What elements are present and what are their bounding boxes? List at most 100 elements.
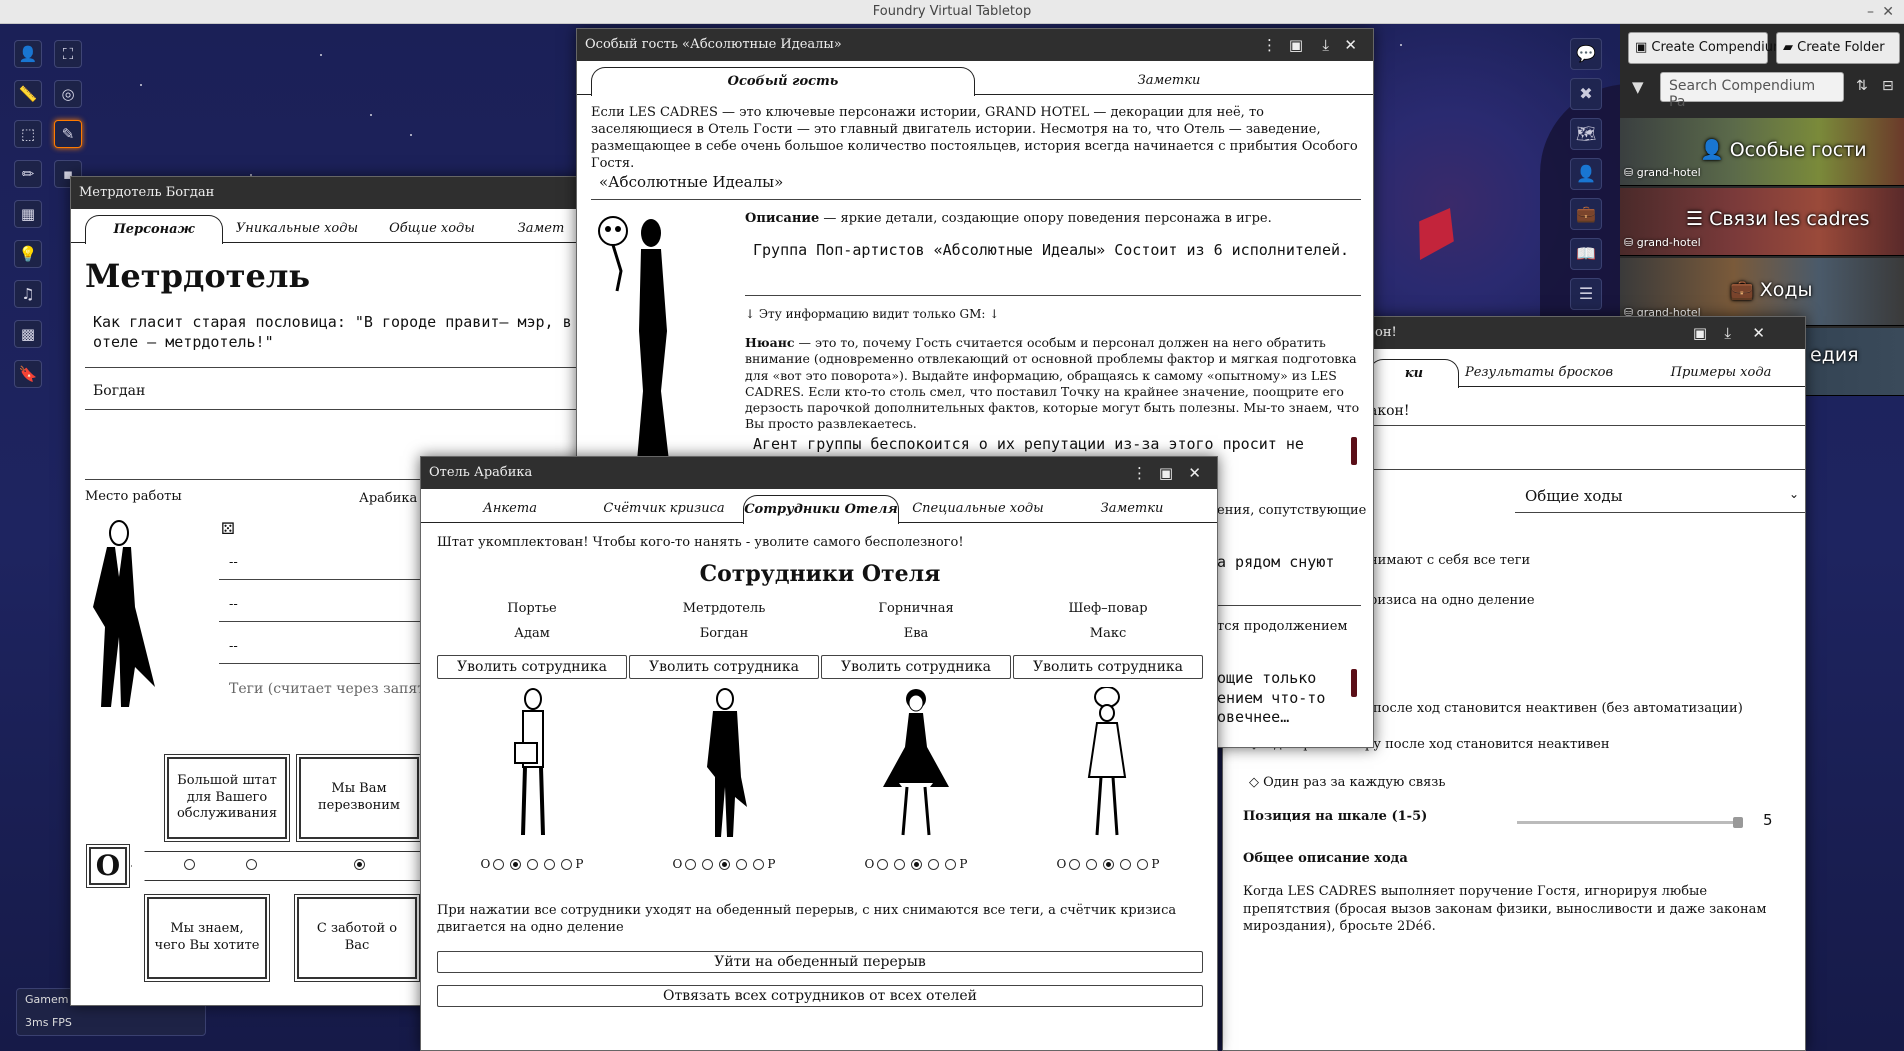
nuance-textarea[interactable]: Агент группы беспокоится о их репутации … xyxy=(753,435,1349,455)
fire-staff-button[interactable]: Уволить сотрудника xyxy=(1013,655,1203,679)
journal-tab-icon[interactable]: 📖 xyxy=(1570,238,1602,270)
tab-notes[interactable]: Замет xyxy=(501,215,581,243)
character-quote[interactable]: Как гласит старая пословица: "В городе п… xyxy=(93,313,589,352)
level-radio[interactable] xyxy=(685,859,697,870)
compendium-search-input[interactable]: Search Compendium Pa xyxy=(1660,72,1844,110)
tab-notes[interactable]: Заметки xyxy=(977,67,1361,95)
actors-tab-icon[interactable]: 👤 xyxy=(1570,158,1602,190)
measure-icon[interactable]: 📏 xyxy=(14,80,42,108)
sound-icon[interactable]: ♫ xyxy=(14,280,42,308)
create-folder-button[interactable]: ▰ Create Folder xyxy=(1776,32,1900,64)
minimize-icon[interactable]: – xyxy=(1867,0,1874,24)
tab-staff[interactable]: Сотрудники Отеля xyxy=(743,495,899,524)
description-textarea[interactable]: Группа Поп-артистов «Абсолютные Идеалы» … xyxy=(753,241,1353,261)
scrollbar-thumb[interactable] xyxy=(1351,437,1357,465)
level-radio[interactable] xyxy=(719,859,731,870)
fire-staff-button[interactable]: Уволить сотрудника xyxy=(629,655,819,679)
tag-field[interactable]: -- xyxy=(229,639,238,654)
create-compendium-button[interactable]: ▣ Create Compendium xyxy=(1628,32,1786,64)
crisis-radio[interactable] xyxy=(246,859,257,870)
crisis-radio[interactable] xyxy=(184,859,195,870)
walls-icon[interactable]: ▦ xyxy=(14,200,42,228)
fire-staff-button[interactable]: Уволить сотрудника xyxy=(437,655,627,679)
scrollbar-thumb[interactable] xyxy=(1351,669,1357,697)
character-name-input[interactable]: Богдан xyxy=(93,383,145,399)
menu-icon[interactable]: ⋮ xyxy=(1132,457,1147,489)
tab-special-guest[interactable]: Особый гость xyxy=(591,67,975,96)
compendium-pack-bonds[interactable]: ☰ Связи les cadres ⛁ grand-hotel xyxy=(1620,188,1904,256)
items-tab-icon[interactable]: 💼 xyxy=(1570,198,1602,230)
level-radio[interactable] xyxy=(911,859,923,870)
workplace-value[interactable]: Арабика xyxy=(359,491,417,506)
scenes-tab-icon[interactable]: 🗺 xyxy=(1570,118,1602,150)
menu-icon[interactable]: ⋮ xyxy=(1262,29,1277,61)
tiles-icon[interactable]: ⬚ xyxy=(14,120,42,148)
level-radio[interactable] xyxy=(877,859,889,870)
tab-notes[interactable]: Заметки xyxy=(1057,495,1207,523)
notes-icon[interactable]: 🔖 xyxy=(14,360,42,388)
scale-slider[interactable] xyxy=(1517,817,1743,828)
bond-box[interactable]: Мы Вам перезвоним xyxy=(296,754,422,842)
import-icon[interactable]: ⤓ xyxy=(1322,29,1329,61)
import-icon[interactable]: ⤓ xyxy=(1724,317,1731,349)
level-radio[interactable] xyxy=(1137,859,1149,870)
regions-icon[interactable]: ▩ xyxy=(14,320,42,348)
level-radio[interactable] xyxy=(1069,859,1081,870)
token-icon[interactable]: ▣ xyxy=(1693,317,1707,349)
level-radio[interactable] xyxy=(493,859,505,870)
option-once-bond[interactable]: ◇ Один раз за каждую связь xyxy=(1249,775,1445,790)
fire-staff-button[interactable]: Уволить сотрудника xyxy=(821,655,1011,679)
token-icon[interactable]: ▣ xyxy=(1159,457,1173,489)
select-icon[interactable]: ⛶ xyxy=(54,40,82,68)
bond-box[interactable]: Мы знаем, чего Вы хотите xyxy=(144,894,270,982)
chat-tab-icon[interactable]: 💬 xyxy=(1570,38,1602,70)
tab-examples[interactable]: Примеры хода xyxy=(1631,359,1805,387)
tab-special-moves[interactable]: Специальные ходы xyxy=(899,495,1057,523)
tag-field[interactable]: -- xyxy=(229,555,238,570)
token-icon[interactable]: ▣ xyxy=(1289,29,1303,61)
level-radio[interactable] xyxy=(561,859,573,870)
tags-placeholder[interactable]: Теги (считает через запят xyxy=(229,681,425,697)
level-radio[interactable] xyxy=(544,859,556,870)
tab-common-moves[interactable]: Общие ходы xyxy=(367,215,497,243)
close-icon[interactable]: ✕ xyxy=(1188,457,1201,489)
filter-icon[interactable]: ▼ xyxy=(1632,78,1644,96)
compendium-pack-guests[interactable]: 👤 Особые гости ⛁ grand-hotel xyxy=(1620,118,1904,186)
level-radio[interactable] xyxy=(736,859,748,870)
level-radio[interactable] xyxy=(1120,859,1132,870)
level-radio[interactable] xyxy=(527,859,539,870)
level-radio[interactable] xyxy=(1086,859,1098,870)
level-radio[interactable] xyxy=(1103,859,1115,870)
tab-unique-moves[interactable]: Уникальные ходы xyxy=(227,215,367,243)
tab-character[interactable]: Персонаж xyxy=(85,215,223,244)
collapse-icon[interactable]: ⊟ xyxy=(1882,78,1894,94)
draw-icon[interactable]: ✏ xyxy=(14,160,42,188)
move-type-select[interactable]: Общие ходы ⌄ xyxy=(1515,483,1805,513)
guest-name[interactable]: «Абсолютные Идеалы» xyxy=(599,173,783,191)
tables-tab-icon[interactable]: ☰ xyxy=(1570,278,1602,310)
lunch-break-button[interactable]: Уйти на обеденный перерыв xyxy=(437,951,1203,973)
tab-description[interactable]: ки xyxy=(1369,359,1459,388)
level-radio[interactable] xyxy=(928,859,940,870)
sort-icon[interactable]: ⇅ xyxy=(1856,78,1868,94)
tab-results[interactable]: Результаты бросков xyxy=(1449,359,1629,387)
close-os-icon[interactable]: ✕ xyxy=(1882,0,1894,24)
tab-crisis-counter[interactable]: Счётчик кризиса xyxy=(585,495,743,523)
lighting-icon[interactable]: 💡 xyxy=(14,240,42,268)
dice-icon[interactable]: ⚄ xyxy=(221,519,235,538)
tag-field[interactable]: -- xyxy=(229,597,238,612)
crisis-radio[interactable] xyxy=(354,859,365,870)
combat-tab-icon[interactable]: ✖ xyxy=(1570,78,1602,110)
bond-box[interactable]: С заботой о Вас xyxy=(294,894,420,982)
close-icon[interactable]: ✕ xyxy=(1752,317,1765,349)
token-controls-icon[interactable]: 👤 xyxy=(14,40,42,68)
tab-profile[interactable]: Анкета xyxy=(435,495,585,523)
level-radio[interactable] xyxy=(510,859,522,870)
target-icon[interactable]: ◎ xyxy=(54,80,82,108)
level-radio[interactable] xyxy=(945,859,957,870)
level-radio[interactable] xyxy=(702,859,714,870)
level-radio[interactable] xyxy=(753,859,765,870)
ruler-icon[interactable]: ✎ xyxy=(54,120,82,148)
unbind-staff-button[interactable]: Отвязать всех сотрудников от всех отелей xyxy=(437,985,1203,1007)
bond-box[interactable]: Большой штат для Вашего обслуживания xyxy=(164,754,290,842)
